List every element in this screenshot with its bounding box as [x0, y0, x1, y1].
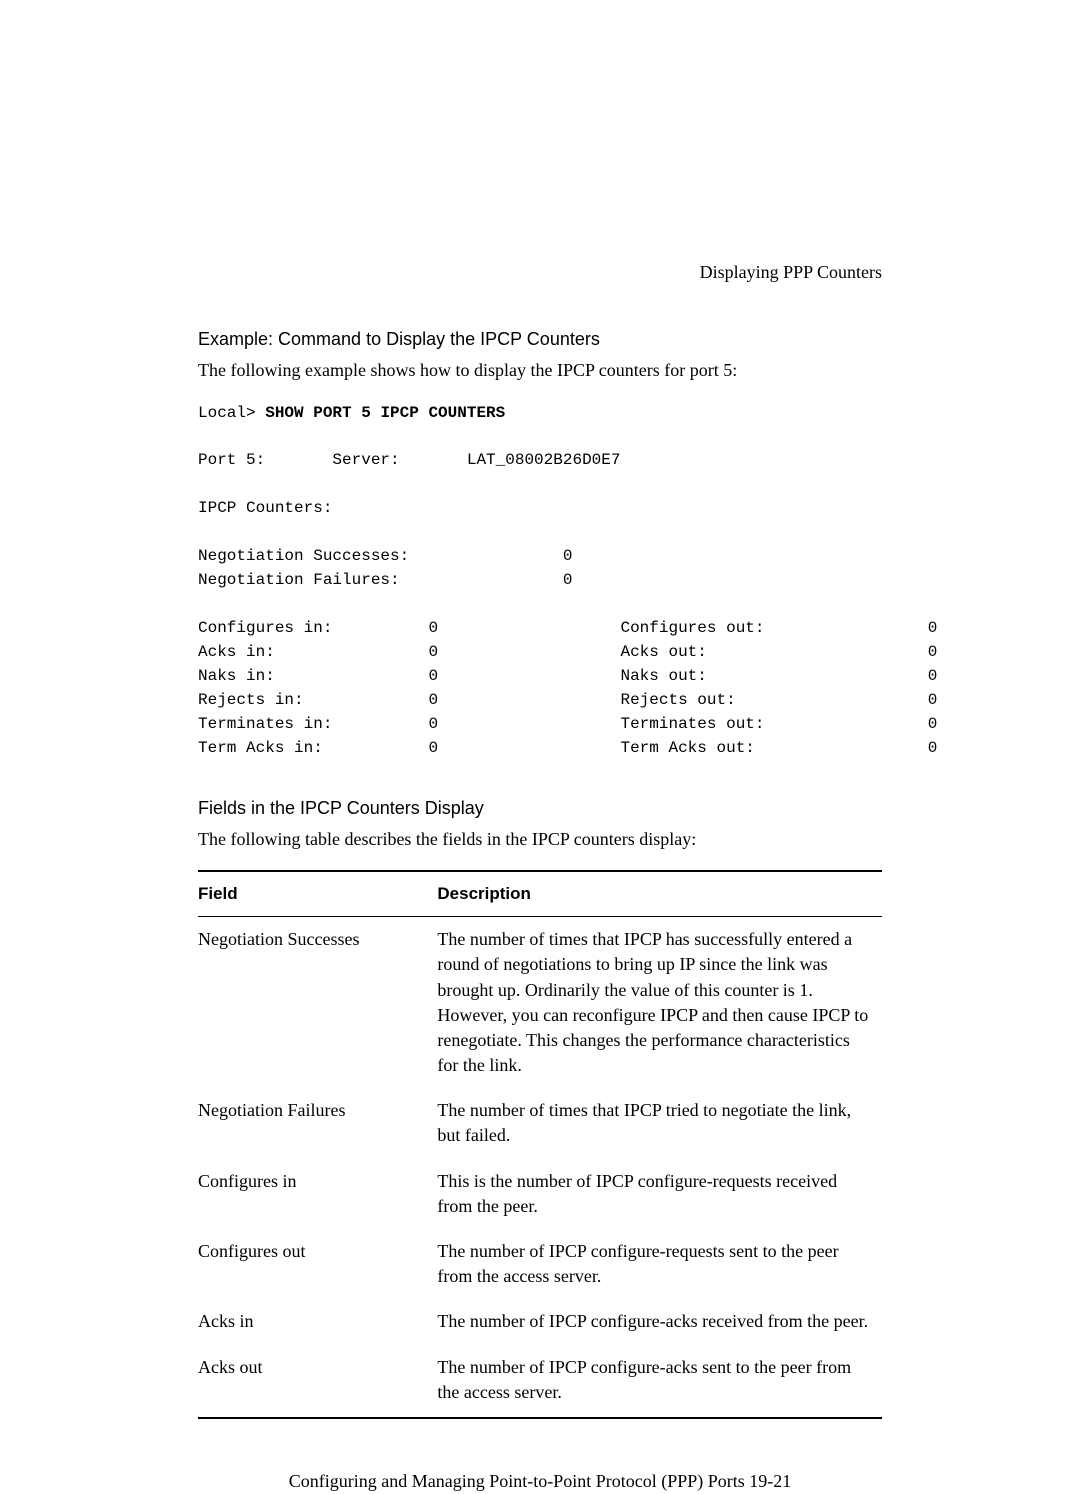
prompt: Local>: [198, 404, 256, 422]
table-row: Configures outThe number of IPCP configu…: [198, 1229, 882, 1299]
example-intro: The following example shows how to displ…: [198, 358, 882, 383]
th-desc: Description: [437, 871, 882, 916]
th-field: Field: [198, 871, 437, 916]
example-section-title: Example: Command to Display the IPCP Cou…: [198, 327, 882, 352]
fields-intro: The following table describes the fields…: [198, 827, 882, 852]
field-name: Negotiation Failures: [198, 1088, 437, 1158]
field-desc: The number of times that IPCP tried to n…: [437, 1088, 882, 1158]
fields-table: Field Description Negotiation SuccessesT…: [198, 870, 882, 1419]
field-name: Negotiation Successes: [198, 917, 437, 1089]
table-row: Acks outThe number of IPCP configure-ack…: [198, 1345, 882, 1418]
field-desc: The number of IPCP configure-requests se…: [437, 1229, 882, 1299]
page-footer: Configuring and Managing Point-to-Point …: [198, 1469, 882, 1494]
field-name: Configures in: [198, 1159, 437, 1229]
field-name: Acks out: [198, 1345, 437, 1418]
field-desc: The number of times that IPCP has succes…: [437, 917, 882, 1089]
table-row: Configures inThis is the number of IPCP …: [198, 1159, 882, 1229]
table-row: Negotiation SuccessesThe number of times…: [198, 917, 882, 1089]
command-text: SHOW PORT 5 IPCP COUNTERS: [265, 404, 505, 422]
field-desc: The number of IPCP configure-acks receiv…: [437, 1299, 882, 1344]
fields-section-title: Fields in the IPCP Counters Display: [198, 796, 882, 821]
field-name: Configures out: [198, 1229, 437, 1299]
field-desc: The number of IPCP configure-acks sent t…: [437, 1345, 882, 1418]
terminal-output: Port 5: Server: LAT_08002B26D0E7 IPCP Co…: [198, 448, 882, 760]
table-row: Acks inThe number of IPCP configure-acks…: [198, 1299, 882, 1344]
field-desc: This is the number of IPCP configure-req…: [437, 1159, 882, 1229]
command-line: Local> SHOW PORT 5 IPCP COUNTERS: [198, 402, 882, 424]
page-header-right: Displaying PPP Counters: [198, 260, 882, 285]
table-row: Negotiation FailuresThe number of times …: [198, 1088, 882, 1158]
field-name: Acks in: [198, 1299, 437, 1344]
